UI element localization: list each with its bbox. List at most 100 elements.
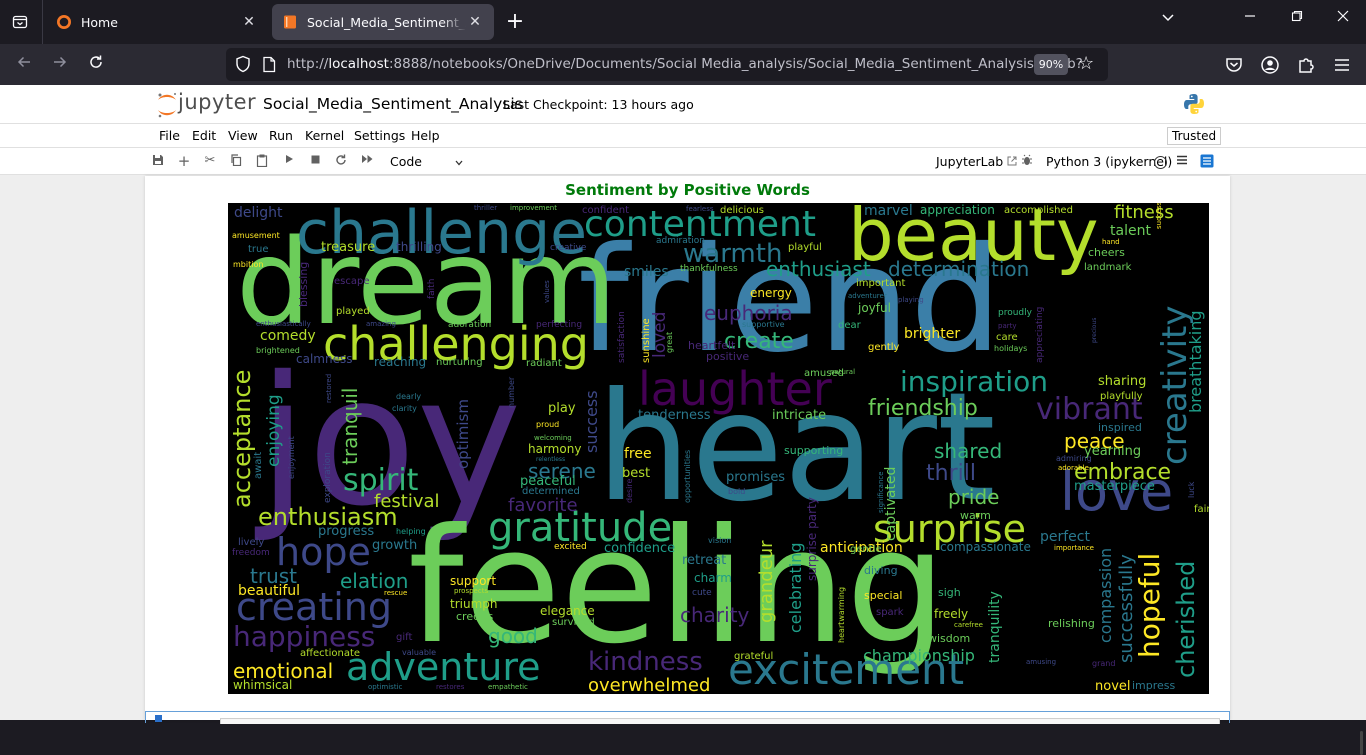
wordcloud-word: clarity [392, 404, 417, 413]
pocket-icon[interactable] [1223, 54, 1245, 76]
jupyter-logo-icon [158, 93, 176, 118]
tracking-shield-icon[interactable] [234, 55, 252, 73]
account-icon[interactable] [1259, 54, 1281, 76]
wordcloud-word: credits [456, 610, 494, 623]
wordcloud-word: playfully [1100, 391, 1143, 402]
address-bar[interactable]: http://localhost:8888/notebooks/OneDrive… [226, 48, 1108, 81]
interrupt-kernel-icon[interactable] [308, 154, 322, 168]
wordcloud-word: rescue [384, 589, 408, 597]
menu-hamburger-icon[interactable] [1331, 54, 1353, 76]
open-jupyterlab-link[interactable]: JupyterLab [936, 154, 1017, 169]
tab-notebook[interactable]: Social_Media_Sentiment_Analysis.ipynb ✕ [272, 4, 494, 40]
wordcloud-word: retreat [682, 553, 727, 568]
wordcloud-word: cheers [1088, 246, 1125, 259]
wordcloud-word: amusement [232, 231, 280, 240]
wordcloud-word: enthusiastically [256, 320, 311, 328]
forward-arrow-icon[interactable] [47, 52, 73, 78]
wordcloud-word: proudly [998, 308, 1032, 318]
wordcloud-word: relentless [536, 456, 566, 463]
wordcloud-word: successfully [1116, 554, 1137, 663]
wordcloud-word: supportive [742, 320, 785, 329]
minimize-icon[interactable] [1238, 10, 1262, 26]
wordcloud-word: significance [877, 471, 885, 513]
url-text[interactable]: http://localhost:8888/notebooks/OneDrive… [287, 56, 1083, 72]
insert-cell-icon[interactable]: + [177, 154, 191, 169]
wordcloud-word: true [248, 244, 269, 255]
new-tab-button[interactable]: + [502, 9, 528, 35]
cell-type-value: Code [390, 154, 423, 169]
next-code-cell[interactable] [145, 711, 1230, 724]
property-inspector-icon[interactable] [1200, 154, 1214, 168]
wordcloud-word: energy [750, 286, 792, 300]
jupyter-header: jupyter Social_Media_Sentiment_Analysis … [0, 85, 1366, 123]
wordcloud-word: freedom [232, 548, 270, 558]
wordcloud-word: brightened [256, 346, 300, 355]
cut-icon[interactable]: ✂ [203, 154, 217, 168]
cell-input-area[interactable] [220, 718, 1220, 724]
toc-list-icon[interactable] [1175, 154, 1189, 168]
wordcloud-word: intricate [772, 408, 827, 423]
wordcloud-word: vision [708, 536, 732, 545]
menu-help[interactable]: Help [411, 128, 440, 143]
wordcloud-word: inspiration [900, 365, 1048, 398]
bookmark-star-icon[interactable]: ☆ [1078, 53, 1094, 74]
wordcloud-word: beautiful [238, 583, 301, 599]
page-scrollbar-thumb[interactable] [1360, 731, 1363, 755]
wordcloud-word: cute [692, 588, 712, 598]
copy-icon[interactable] [229, 154, 243, 168]
restart-kernel-icon[interactable] [334, 154, 348, 168]
wordcloud-word: gently [868, 342, 900, 353]
wordcloud-word: spark [876, 607, 904, 618]
menu-view[interactable]: View [228, 128, 258, 143]
wordcloud-word: surprise party [805, 497, 819, 581]
paste-icon[interactable] [255, 154, 269, 168]
wordcloud-word: restores [436, 683, 465, 691]
wordcloud-word: luck [1187, 481, 1196, 498]
tab-list-icon[interactable] [6, 8, 34, 36]
wordcloud-word: playful [788, 242, 822, 253]
wordcloud-word: valuable [402, 648, 437, 657]
close-tab-icon[interactable]: ✕ [466, 14, 484, 30]
wordcloud-word: thrill [926, 461, 976, 486]
back-arrow-icon[interactable] [11, 52, 37, 78]
wordcloud-word: appreciating [1035, 306, 1045, 363]
menu-file[interactable]: File [159, 128, 180, 143]
menu-run[interactable]: Run [269, 128, 293, 143]
wordcloud-word: natural [830, 368, 856, 376]
wordcloud-word: accomplished [1004, 205, 1073, 216]
close-tab-icon[interactable]: ✕ [240, 14, 258, 30]
debugger-bug-icon[interactable] [1020, 154, 1034, 168]
wordcloud-word: whimsical [233, 678, 293, 692]
save-icon[interactable] [151, 154, 165, 168]
close-window-icon[interactable] [1331, 10, 1355, 26]
menu-settings[interactable]: Settings [354, 128, 405, 143]
wordcloud-word: kindness [588, 647, 703, 677]
jupyter-logo[interactable]: jupyter [156, 90, 256, 119]
wordcloud-word: reaching [374, 355, 427, 369]
list-all-tabs-icon[interactable] [1156, 10, 1180, 28]
tab-home[interactable]: Home ✕ [46, 4, 268, 40]
restore-icon[interactable] [1285, 10, 1309, 26]
wordcloud-word: charity [680, 603, 750, 627]
wordcloud-word: enjoying [264, 394, 284, 467]
tab-separator [42, 0, 43, 44]
wordcloud-word: triumph [450, 597, 498, 611]
trusted-indicator[interactable]: Trusted [1167, 127, 1222, 145]
run-cell-icon[interactable] [282, 154, 296, 168]
wordcloud-word: championship [863, 646, 975, 665]
reload-icon[interactable] [83, 52, 109, 78]
browser-tab-bar: Home ✕ Social_Media_Sentiment_Analysis.i… [0, 0, 1366, 44]
zoom-level-badge[interactable]: 90% [1034, 54, 1068, 75]
wordcloud-word: restored [325, 373, 333, 403]
cell-type-dropdown[interactable]: Code [390, 154, 470, 169]
notebook-name[interactable]: Social_Media_Sentiment_Analysis [263, 95, 523, 113]
menu-edit[interactable]: Edit [192, 128, 216, 143]
wordcloud-word: enthusiast [766, 257, 871, 281]
wordcloud-word: amusing [1026, 658, 1057, 666]
menu-kernel[interactable]: Kernel [305, 128, 344, 143]
wordcloud-word: survived [552, 617, 595, 628]
extensions-icon[interactable] [1295, 54, 1317, 76]
restart-run-all-icon[interactable] [360, 154, 374, 168]
page-info-icon[interactable] [262, 56, 276, 73]
wordcloud-word: care [996, 332, 1018, 343]
